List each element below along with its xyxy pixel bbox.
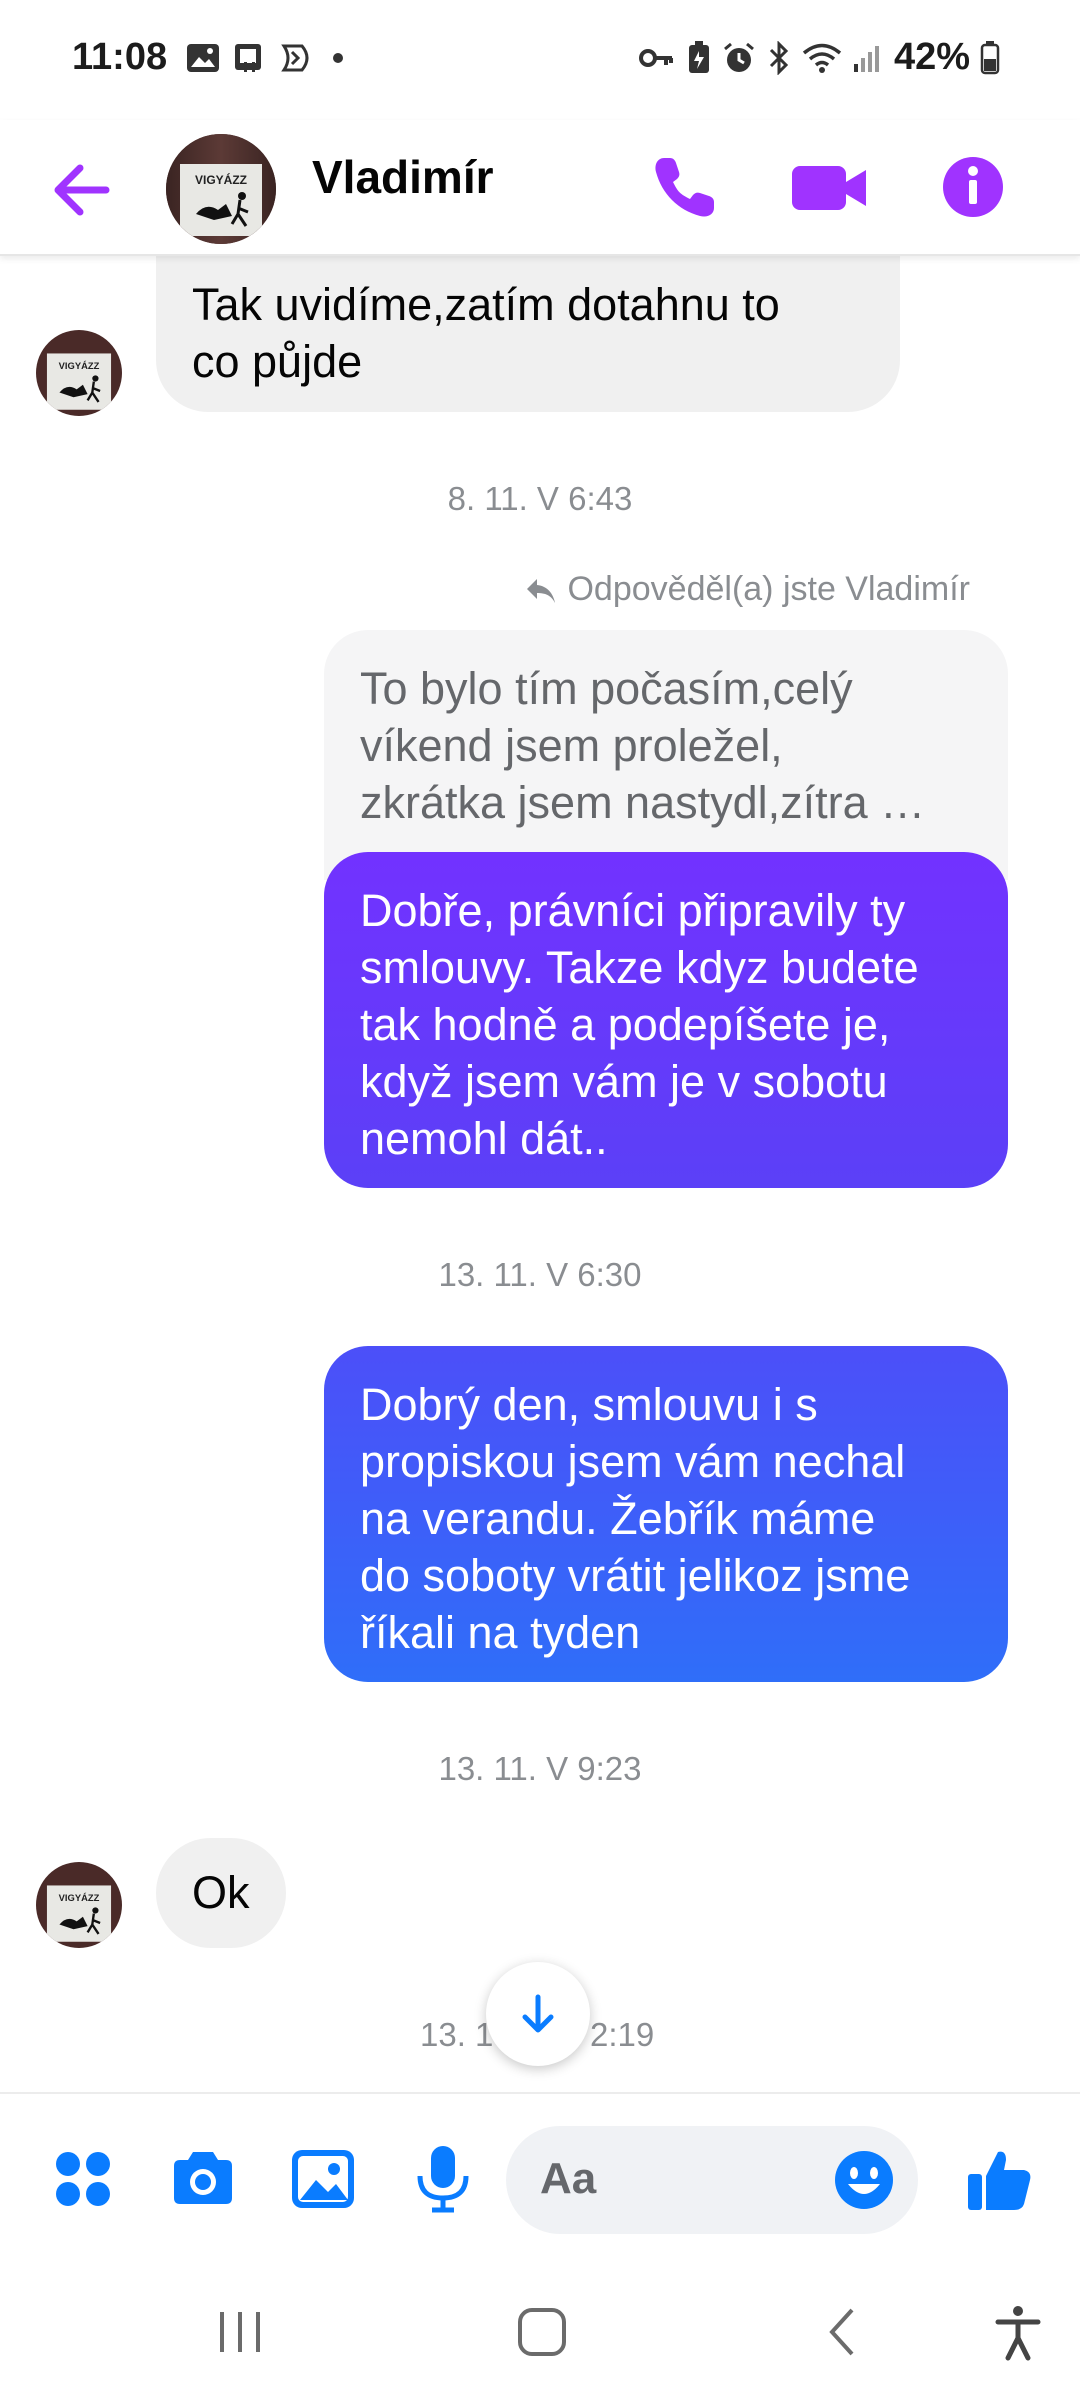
quoted-text-line: To bylo tím počasím,celý: [360, 663, 853, 714]
quoted-text-line: zkrátka jsem nastydl,zítra …: [360, 777, 926, 828]
message-text-line: Dobře, právníci připravily ty: [360, 885, 906, 936]
signal-icon: [852, 42, 884, 74]
status-right-icons: 42%: [638, 36, 1000, 79]
message-input-placeholder: Aa: [540, 2154, 597, 2203]
battery-icon: [980, 40, 1000, 75]
dot-icon: [326, 46, 350, 70]
back-nav-button[interactable]: [814, 2302, 874, 2362]
menu-button[interactable]: [46, 2142, 120, 2216]
message-text-line: nemohl dát..: [360, 1113, 608, 1164]
message-text-line: propiskou jsem vám nechal: [360, 1436, 906, 1487]
info-button[interactable]: [928, 142, 1018, 232]
reply-label-text: Odpověděl(a) jste Vladimír: [567, 570, 970, 608]
wifi-icon: [802, 42, 842, 74]
reply-label: Odpověděl(a) jste Vladimír: [523, 570, 970, 609]
menu-icon: [56, 2152, 110, 2206]
like-button[interactable]: [962, 2142, 1036, 2216]
message-text-line: Tak uvidíme,zatím dotahnu to: [192, 279, 780, 330]
message-text-line: Dobrý den, smlouvu i s: [360, 1379, 818, 1430]
svg-text:VIGYÁZZ: VIGYÁZZ: [59, 361, 100, 371]
message-text-line: tak hodně a podepíšete je,: [360, 999, 891, 1050]
status-bar: 11:08 42%: [0, 0, 1080, 120]
recent-apps-button[interactable]: [210, 2302, 270, 2362]
message-input[interactable]: Aa: [506, 2126, 918, 2234]
home-button[interactable]: [512, 2302, 572, 2362]
message-text-line: smlouvy. Takze kdyz budete: [360, 942, 919, 993]
message-text-line: do soboty vrátit jelikoz jsme: [360, 1550, 911, 1601]
svg-text:VIGYÁZZ: VIGYÁZZ: [195, 172, 247, 187]
contact-avatar[interactable]: VIGYÁZZ: [166, 134, 276, 244]
voice-call-button[interactable]: [640, 142, 730, 232]
message-text-line: Ok: [192, 1867, 250, 1918]
reply-icon: [527, 578, 556, 603]
message-text-line: co půjde: [192, 336, 363, 387]
gallery-icon: [186, 43, 220, 73]
quoted-text-line: víkend jsem proležel,: [360, 720, 783, 771]
battery-percent: 42%: [893, 36, 970, 78]
microphone-icon: [417, 2146, 469, 2213]
timestamp: 13. 11. V 6:30: [438, 1256, 642, 1293]
camera-button[interactable]: [166, 2142, 240, 2216]
home-icon: [518, 2308, 566, 2356]
timestamp: 8. 11. V 6:43: [447, 480, 633, 517]
emoji-button[interactable]: [832, 2148, 896, 2212]
contact-avatar-small[interactable]: VIGYÁZZ: [36, 330, 122, 416]
message-text-line: když jsem vám je v sobotu: [360, 1056, 888, 1107]
timestamp: 13. 11. V 9:23: [438, 1750, 642, 1787]
video-call-button[interactable]: [784, 142, 874, 232]
microphone-button[interactable]: [406, 2142, 480, 2216]
message-bubble-outgoing[interactable]: Dobře, právníci připravily ty smlouvy. T…: [324, 852, 1008, 1188]
key-icon: [638, 43, 676, 73]
arrow-down-icon: [522, 1994, 554, 2033]
svg-text:VIGYÁZZ: VIGYÁZZ: [59, 1893, 100, 1903]
chat-header: VIGYÁZZ Vladimír: [0, 120, 1080, 256]
message-text-line: říkali na tyden: [360, 1607, 641, 1658]
camera-icon: [174, 2152, 232, 2204]
alarm-icon: [722, 41, 756, 75]
emoji-icon: [835, 2151, 893, 2209]
like-icon: [968, 2151, 1031, 2210]
battery-saver-icon: [686, 40, 712, 75]
status-left-icons: [186, 42, 350, 74]
timestamp-partial-right: 2:19: [590, 2016, 655, 2053]
back-button[interactable]: [48, 140, 120, 240]
app-icon: [280, 42, 314, 74]
accessibility-icon: [995, 2306, 1041, 2361]
recent-apps-icon: [220, 2312, 260, 2352]
sim-icon: [232, 42, 268, 74]
contact-avatar-small[interactable]: VIGYÁZZ: [36, 1862, 122, 1948]
bluetooth-icon: [766, 40, 792, 75]
composer: Aa: [0, 2092, 1080, 2262]
back-icon: [829, 2308, 854, 2356]
gallery-icon: [292, 2150, 354, 2208]
message-bubble-outgoing[interactable]: Dobrý den, smlouvu i s propiskou jsem vá…: [324, 1346, 1008, 1682]
contact-name[interactable]: Vladimír: [312, 150, 494, 204]
message-bubble-incoming[interactable]: Ok: [156, 1838, 286, 1948]
message-text-line: na verandu. Žebřík máme: [360, 1493, 876, 1544]
gallery-button[interactable]: [286, 2142, 360, 2216]
timestamp-partial-left: 13. 1: [420, 2016, 494, 2053]
navigation-bar: [0, 2262, 1080, 2400]
quoted-message[interactable]: To bylo tím počasím,celý víkend jsem pro…: [324, 630, 1008, 880]
status-time: 11:08: [72, 36, 168, 78]
scroll-to-bottom-button[interactable]: [486, 1962, 590, 2066]
message-bubble-incoming[interactable]: Tak uvidíme,zatím dotahnu to co půjde: [156, 240, 900, 412]
accessibility-button[interactable]: [988, 2302, 1048, 2362]
